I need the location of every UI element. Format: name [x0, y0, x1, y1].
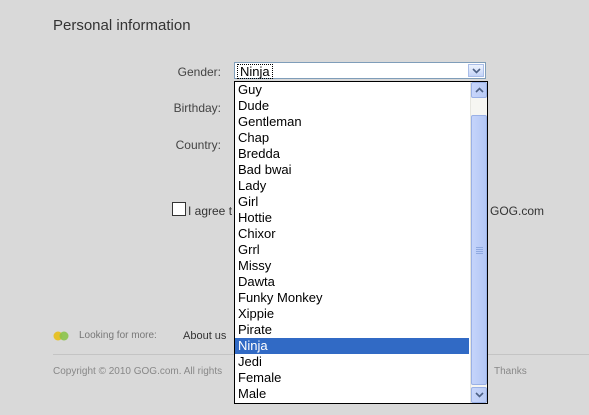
dropdown-option[interactable]: Chixor	[235, 226, 469, 242]
gog-dots-icon	[53, 331, 69, 341]
checkbox-agree[interactable]	[172, 202, 186, 216]
dropdown-option[interactable]: Guy	[235, 82, 469, 98]
agree-text-tail: g GOG.com	[480, 204, 545, 218]
gender-select[interactable]: Ninja	[234, 62, 486, 79]
dropdown-option[interactable]: Chap	[235, 130, 469, 146]
dropdown-option[interactable]: Missy	[235, 258, 469, 274]
thanks-text: Thanks	[494, 366, 527, 377]
select-dropdown-button[interactable]	[468, 64, 484, 77]
copyright-text: Copyright © 2010 GOG.com. All rights	[53, 366, 223, 377]
dropdown-option[interactable]: Male	[235, 386, 469, 402]
agree-text: I agree t	[188, 204, 233, 218]
dropdown-scrollbar[interactable]	[470, 82, 487, 403]
scroll-grip	[476, 251, 483, 252]
chevron-down-icon	[471, 67, 481, 74]
dropdown-option[interactable]: Bad bwai	[235, 162, 469, 178]
chevron-down-icon	[474, 392, 484, 398]
dropdown-option[interactable]: Gentleman	[235, 114, 469, 130]
section-title: Personal information	[53, 17, 191, 34]
scroll-thumb[interactable]	[471, 115, 487, 385]
dropdown-option[interactable]: Bredda	[235, 146, 469, 162]
gender-label: Gender:	[177, 65, 221, 79]
scroll-up-button[interactable]	[471, 82, 487, 98]
scroll-down-button[interactable]	[471, 387, 487, 403]
scroll-grip	[476, 247, 483, 248]
dropdown-option[interactable]: Dawta	[235, 274, 469, 290]
chevron-up-icon	[474, 87, 484, 93]
scroll-grip	[476, 253, 483, 254]
dropdown-option[interactable]: Dude	[235, 98, 469, 114]
dropdown-option[interactable]: Xippie	[235, 306, 469, 322]
dropdown-option[interactable]: Pirate	[235, 322, 469, 338]
country-label: Country:	[175, 138, 221, 152]
scroll-grip	[476, 249, 483, 250]
dropdown-options: Guy Dude Gentleman Chap Bredda Bad bwai Lady Gi…	[235, 82, 487, 402]
dropdown-option[interactable]: Female	[235, 370, 469, 386]
about-us-link[interactable]: About us	[183, 330, 226, 342]
looking-for-more: Looking for more:	[79, 330, 157, 341]
dropdown-option[interactable]: Girl	[235, 194, 469, 210]
dropdown-option[interactable]: Hottie	[235, 210, 469, 226]
gender-dropdown-list[interactable]: Guy Dude Gentleman Chap Bredda Bad bwai Lady Gi…	[234, 81, 488, 404]
birthday-label: Birthday:	[173, 101, 221, 115]
dropdown-option[interactable]: Jedi	[235, 354, 469, 370]
dropdown-option[interactable]: Ninja	[235, 338, 469, 354]
dropdown-option[interactable]: Lady	[235, 178, 469, 194]
gender-select-value: Ninja	[237, 64, 273, 79]
dropdown-option[interactable]: Grrl	[235, 242, 469, 258]
dropdown-option[interactable]: Funky Monkey	[235, 290, 469, 306]
